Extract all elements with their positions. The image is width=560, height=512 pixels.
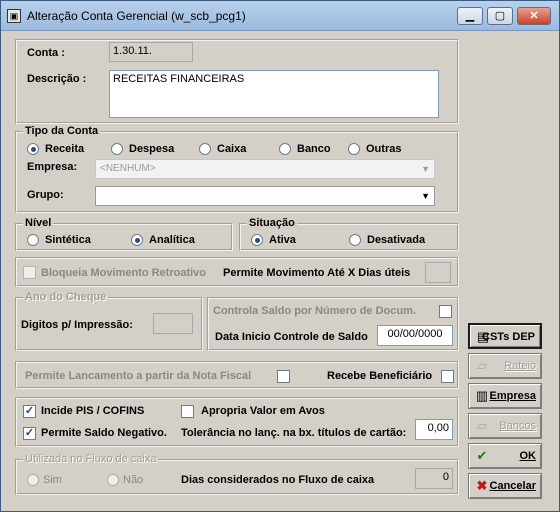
radio-receita[interactable] <box>27 143 39 155</box>
empresa-button[interactable]: ▥ Empresa <box>468 383 542 409</box>
csts-dep-label: CSTs DEP <box>482 331 535 343</box>
nota-fiscal-group: Permite Lancamento a partir da Nota Fisc… <box>15 361 459 389</box>
apropria-checkbox[interactable] <box>181 405 194 418</box>
radio-nao-label: Não <box>123 474 144 486</box>
grupo-select[interactable]: ▼ <box>95 186 435 206</box>
window-app-icon[interactable]: ▣ <box>7 9 21 23</box>
bloqueia-group: Bloqueia Movimento Retroativo Permite Mo… <box>15 257 459 287</box>
radio-sim[interactable] <box>27 474 39 486</box>
nota-fiscal-label: Permite Lancamento a partir da Nota Fisc… <box>25 370 252 382</box>
folder-open-icon: ▱ <box>477 358 487 373</box>
dias-fluxo-label: Dias considerados no Fluxo de caixa <box>181 474 375 486</box>
radio-despesa-label: Despesa <box>129 143 175 155</box>
chevron-down-icon: ▼ <box>421 164 430 174</box>
radio-ativa[interactable] <box>251 234 263 246</box>
cancelar-label: Cancelar <box>489 480 536 492</box>
controla-saldo-checkbox[interactable] <box>439 305 452 318</box>
bloqueia-label: Bloqueia Movimento Retroativo <box>41 267 207 279</box>
pis-group: ✓ Incide PIS / COFINS Apropria Valor em … <box>15 397 459 447</box>
incide-pis-checkbox[interactable]: ✓ <box>23 405 36 418</box>
controla-saldo-label: Controla Saldo por Número de Docum. <box>213 305 416 317</box>
company-chart-icon: ▥ <box>475 388 489 403</box>
dias-fluxo-field[interactable]: 0 <box>415 468 453 489</box>
csts-dep-button[interactable]: ▤ CSTs DEP <box>468 323 542 349</box>
permite-dias-label: Permite Movimento Até X Dias úteis <box>223 267 411 279</box>
folder-open-icon: ▱ <box>477 418 487 433</box>
title-bar[interactable]: ▣ Alteração Conta Gerencial (w_scb_pcg1)… <box>1 1 559 31</box>
tolerancia-field[interactable]: 0,00 <box>415 419 453 440</box>
nivel-group: Nível Sintética Analítica <box>15 217 233 251</box>
maximize-button[interactable]: ▢ <box>487 7 513 25</box>
digitos-field[interactable] <box>153 313 193 334</box>
radio-ativa-label: Ativa <box>269 234 296 246</box>
ano-cheque-group: Ano do Cheque Digitos p/ Impressão: <box>15 291 203 351</box>
fluxo-title: Utilizada no Fluxo de caixa <box>23 453 159 465</box>
descricao-label: Descrição : <box>27 73 87 85</box>
rateio-button[interactable]: ▱ Rateio <box>468 353 542 379</box>
cancel-x-icon: ✖ <box>476 478 488 493</box>
data-inicio-label: Data Inicio Controle de Saldo <box>215 331 368 343</box>
radio-caixa-label: Caixa <box>217 143 247 155</box>
nota-fiscal-checkbox[interactable] <box>277 370 290 383</box>
tipo-conta-group: Tipo da Conta Receita Despesa Caixa Banc… <box>15 125 459 213</box>
radio-desativada-label: Desativada <box>367 234 426 246</box>
empresa-label: Empresa: <box>27 161 78 173</box>
close-button[interactable]: ✕ <box>517 7 551 25</box>
ok-label: OK <box>519 450 537 462</box>
descricao-field[interactable]: RECEITAS FINANCEIRAS <box>109 70 439 118</box>
bancos-button[interactable]: ▱ Bancos <box>468 413 542 439</box>
saldo-negativo-label: Permite Saldo Negativo. <box>41 427 167 439</box>
recebe-beneficiario-checkbox[interactable] <box>441 370 454 383</box>
cancelar-button[interactable]: ✖ Cancelar <box>468 473 542 499</box>
nivel-title: Nível <box>23 217 54 229</box>
fluxo-group: Utilizada no Fluxo de caixa Sim Não Dias… <box>15 453 459 495</box>
radio-caixa[interactable] <box>199 143 211 155</box>
radio-outras[interactable] <box>348 143 360 155</box>
window-title: Alteração Conta Gerencial (w_scb_pcg1) <box>27 9 246 23</box>
tolerancia-label: Tolerância no lanç. na bx. títulos de ca… <box>181 427 407 439</box>
ano-cheque-title: Ano do Cheque <box>23 291 109 303</box>
conta-label: Conta : <box>27 47 65 59</box>
bancos-label: Bancos <box>499 420 536 432</box>
checkmark-icon: ✔ <box>476 448 488 463</box>
ok-button[interactable]: ✔ OK <box>468 443 542 469</box>
minimize-button[interactable]: ▁ <box>457 7 483 25</box>
incide-pis-label: Incide PIS / COFINS <box>41 405 145 417</box>
permite-dias-field[interactable] <box>425 262 451 283</box>
radio-desativada[interactable] <box>349 234 361 246</box>
bloqueia-checkbox[interactable] <box>23 266 36 279</box>
radio-outras-label: Outras <box>366 143 402 155</box>
situacao-group: Situação Ativa Desativada <box>239 217 459 251</box>
empresa-select-value: <NENHUM> <box>100 163 156 174</box>
conta-field[interactable]: 1.30.11. <box>109 42 193 62</box>
apropria-label: Apropria Valor em Avos <box>201 405 325 417</box>
dialog-window: ▣ Alteração Conta Gerencial (w_scb_pcg1)… <box>0 0 560 512</box>
controla-saldo-group: Controla Saldo por Número de Docum. Data… <box>207 297 459 351</box>
radio-analitica[interactable] <box>131 234 143 246</box>
empresa-select[interactable]: <NENHUM> ▼ <box>95 159 435 179</box>
saldo-negativo-checkbox[interactable]: ✓ <box>23 427 36 440</box>
radio-banco-label: Banco <box>297 143 331 155</box>
conta-group: Conta : 1.30.11. Descrição : RECEITAS FI… <box>15 39 459 124</box>
radio-receita-label: Receita <box>45 143 85 155</box>
radio-sintetica-label: Sintética <box>45 234 91 246</box>
radio-banco[interactable] <box>279 143 291 155</box>
recebe-beneficiario-label: Recebe Beneficiário <box>327 370 433 382</box>
rateio-label: Rateio <box>504 360 536 372</box>
data-inicio-field[interactable]: 00/00/0000 <box>377 325 453 346</box>
situacao-title: Situação <box>247 217 297 229</box>
radio-sim-label: Sim <box>43 474 62 486</box>
empresa-label: Empresa <box>489 390 536 402</box>
radio-analitica-label: Analítica <box>149 234 195 246</box>
radio-despesa[interactable] <box>111 143 123 155</box>
grupo-label: Grupo: <box>27 189 64 201</box>
chevron-down-icon: ▼ <box>421 191 430 201</box>
digitos-label: Digitos p/ Impressão: <box>21 319 133 331</box>
radio-nao[interactable] <box>107 474 119 486</box>
tipo-conta-title: Tipo da Conta <box>23 125 101 137</box>
radio-sintetica[interactable] <box>27 234 39 246</box>
